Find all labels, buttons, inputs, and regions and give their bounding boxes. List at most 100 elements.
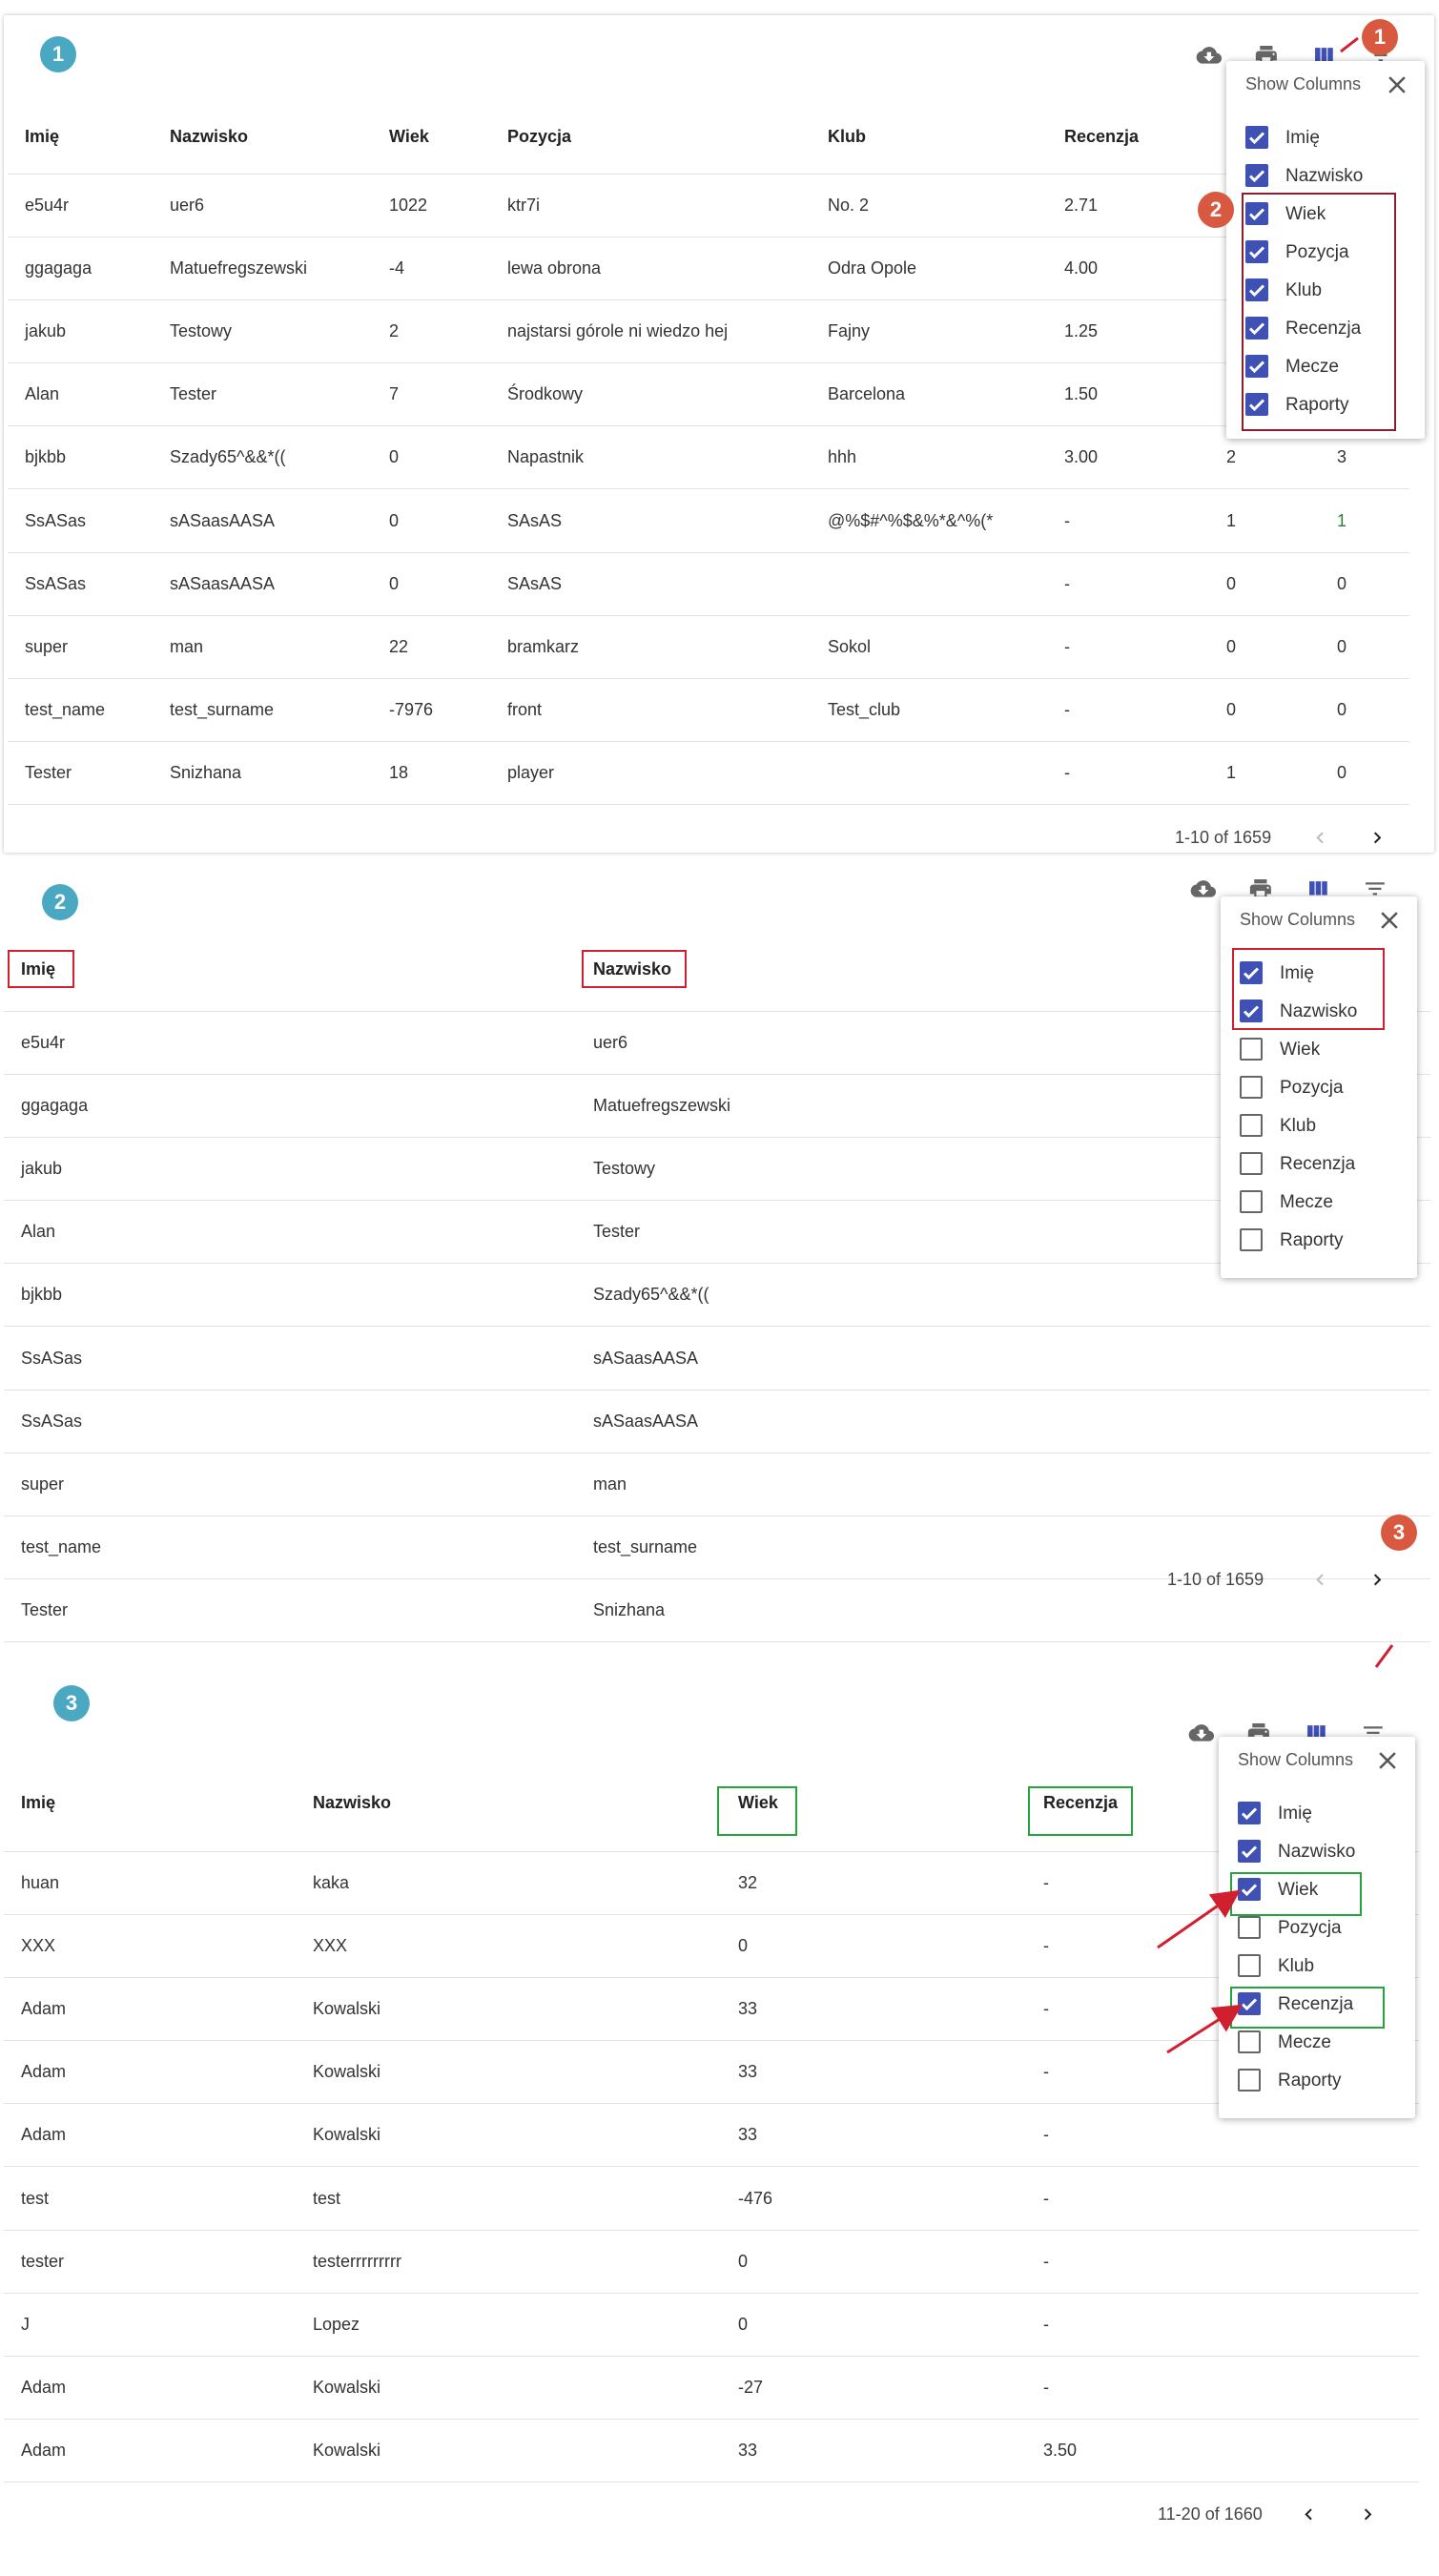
table-row[interactable]: test_name test_surname -7976 front Test_club… bbox=[8, 678, 1409, 743]
table-row[interactable]: Alan Tester 7 Środkowy Barcelona 1.50 bbox=[8, 362, 1409, 427]
table-row[interactable]: e5u4r uer6 bbox=[4, 1011, 1430, 1075]
table-row[interactable]: Adam Kowalski 33 3.50 bbox=[4, 2419, 1419, 2483]
close-icon[interactable] bbox=[1373, 1746, 1402, 1775]
table-row[interactable]: Adam Kowalski 33- bbox=[4, 2103, 1419, 2168]
table-row[interactable]: ggagaga Matuefregszewski bbox=[4, 1074, 1430, 1138]
column-toggle-raporty[interactable]: Raporty bbox=[1245, 385, 1436, 423]
checkbox-checked-icon[interactable] bbox=[1245, 278, 1268, 301]
table-row[interactable]: Adam Kowalski 33- bbox=[4, 2040, 1419, 2105]
checkbox-unchecked-icon[interactable] bbox=[1240, 1152, 1263, 1175]
table-cell: jakub bbox=[8, 299, 153, 364]
table-row[interactable]: J Lopez 0- bbox=[4, 2293, 1419, 2358]
table-row[interactable]: Adam Kowalski 33- bbox=[4, 1977, 1419, 2042]
table-row[interactable]: jakub Testowy 2 najstarsi górole ni wiedzo … bbox=[8, 299, 1409, 364]
column-header-klub[interactable]: Klub bbox=[811, 101, 1047, 175]
column-toggle-imi[interactable]: Imię bbox=[1245, 118, 1436, 156]
table-row[interactable]: tester testerrrrrrrrr 0- bbox=[4, 2230, 1419, 2294]
table-row[interactable]: Tester Snizhana 18 player -1 0 bbox=[8, 741, 1409, 806]
column-toggle-klub[interactable]: Klub bbox=[1240, 1106, 1430, 1144]
column-toggle-nazwisko[interactable]: Nazwisko bbox=[1245, 156, 1436, 195]
column-header-imie[interactable]: Imię bbox=[4, 929, 576, 1012]
column-toggle-mecze[interactable]: Mecze bbox=[1240, 1183, 1430, 1221]
column-header-imie[interactable]: Imię bbox=[8, 101, 153, 175]
column-toggle-pozycja[interactable]: Pozycja bbox=[1240, 1068, 1430, 1106]
checkbox-checked-icon[interactable] bbox=[1240, 961, 1263, 984]
column-toggle-imi[interactable]: Imię bbox=[1238, 1794, 1429, 1832]
checkbox-unchecked-icon[interactable] bbox=[1238, 1916, 1261, 1939]
column-header-wiek[interactable]: Wiek bbox=[372, 101, 490, 175]
column-toggle-nazwisko[interactable]: Nazwisko bbox=[1240, 992, 1430, 1030]
chevron-left-icon[interactable] bbox=[1289, 2495, 1327, 2533]
column-header-recenzja[interactable]: Recenzja bbox=[1047, 101, 1209, 175]
column-toggle-mecze[interactable]: Mecze bbox=[1238, 2023, 1429, 2061]
column-toggle-wiek[interactable]: Wiek bbox=[1238, 1870, 1429, 1908]
checkbox-checked-icon[interactable] bbox=[1245, 393, 1268, 416]
table-row[interactable]: SsASas sASaasAASA bbox=[4, 1326, 1430, 1391]
column-toggle-recenzja[interactable]: Recenzja bbox=[1240, 1144, 1430, 1183]
column-toggle-nazwisko[interactable]: Nazwisko bbox=[1238, 1832, 1429, 1870]
close-icon[interactable] bbox=[1375, 906, 1404, 935]
table-row[interactable]: Alan Tester bbox=[4, 1200, 1430, 1265]
close-icon[interactable] bbox=[1383, 71, 1411, 99]
table-row[interactable]: SsASas sASaasAASA 0 SAsAS -0 0 bbox=[8, 552, 1409, 616]
checkbox-checked-icon[interactable] bbox=[1238, 1878, 1261, 1901]
checkbox-checked-icon[interactable] bbox=[1240, 999, 1263, 1022]
table-row[interactable]: XXX XXX 0- bbox=[4, 1914, 1419, 1978]
cloud-download-icon[interactable] bbox=[1184, 870, 1223, 908]
column-toggle-wiek[interactable]: Wiek bbox=[1245, 195, 1436, 233]
column-toggle-label: Mecze bbox=[1280, 1192, 1333, 1212]
column-header-nazwisko[interactable]: Nazwisko bbox=[153, 101, 372, 175]
column-toggle-raporty[interactable]: Raporty bbox=[1238, 2061, 1429, 2099]
chevron-right-icon[interactable] bbox=[1358, 818, 1396, 856]
column-toggle-recenzja[interactable]: Recenzja bbox=[1238, 1985, 1429, 2023]
column-toggle-pozycja[interactable]: Pozycja bbox=[1238, 1908, 1429, 1947]
checkbox-checked-icon[interactable] bbox=[1245, 240, 1268, 263]
cloud-download-icon[interactable] bbox=[1190, 36, 1228, 74]
checkbox-checked-icon[interactable] bbox=[1245, 126, 1268, 149]
column-toggle-imi[interactable]: Imię bbox=[1240, 954, 1430, 992]
table-row[interactable]: Adam Kowalski -27- bbox=[4, 2356, 1419, 2421]
column-toggle-raporty[interactable]: Raporty bbox=[1240, 1221, 1430, 1259]
table-cell: SsASas bbox=[4, 1326, 576, 1391]
chevron-right-icon[interactable] bbox=[1358, 1560, 1396, 1598]
table-row[interactable]: super man bbox=[4, 1453, 1430, 1517]
column-toggle-recenzja[interactable]: Recenzja bbox=[1245, 309, 1436, 347]
chevron-right-icon[interactable] bbox=[1348, 2495, 1387, 2533]
checkbox-unchecked-icon[interactable] bbox=[1240, 1114, 1263, 1137]
column-toggle-klub[interactable]: Klub bbox=[1245, 271, 1436, 309]
checkbox-checked-icon[interactable] bbox=[1245, 164, 1268, 187]
table-row[interactable]: jakub Testowy bbox=[4, 1137, 1430, 1202]
chevron-left-icon[interactable] bbox=[1301, 818, 1339, 856]
column-header-wiek[interactable]: Wiek bbox=[721, 1756, 1026, 1852]
checkbox-checked-icon[interactable] bbox=[1245, 355, 1268, 378]
column-header-pozycja[interactable]: Pozycja bbox=[490, 101, 811, 175]
checkbox-checked-icon[interactable] bbox=[1245, 317, 1268, 340]
checkbox-checked-icon[interactable] bbox=[1238, 1802, 1261, 1824]
table-row[interactable]: huan kaka 32- bbox=[4, 1851, 1419, 1915]
checkbox-unchecked-icon[interactable] bbox=[1238, 2069, 1261, 2092]
checkbox-unchecked-icon[interactable] bbox=[1240, 1190, 1263, 1213]
table-row[interactable]: super man 22 bramkarz Sokol -0 0 bbox=[8, 615, 1409, 680]
table-row[interactable]: SsASas sASaasAASA 0 SAsAS @%$#^%$&%*&^%(* -1 1 bbox=[8, 488, 1409, 553]
checkbox-unchecked-icon[interactable] bbox=[1238, 2030, 1261, 2053]
checkbox-checked-icon[interactable] bbox=[1238, 1840, 1261, 1863]
column-toggle-pozycja[interactable]: Pozycja bbox=[1245, 233, 1436, 271]
checkbox-unchecked-icon[interactable] bbox=[1240, 1038, 1263, 1061]
column-toggle-mecze[interactable]: Mecze bbox=[1245, 347, 1436, 385]
checkbox-unchecked-icon[interactable] bbox=[1240, 1076, 1263, 1099]
table-row[interactable]: test test -476- bbox=[4, 2166, 1419, 2231]
checkbox-unchecked-icon[interactable] bbox=[1240, 1228, 1263, 1251]
column-header-imie[interactable]: Imię bbox=[4, 1756, 296, 1852]
chevron-left-icon[interactable] bbox=[1301, 1560, 1339, 1598]
table-row[interactable]: SsASas sASaasAASA bbox=[4, 1390, 1430, 1453]
checkbox-checked-icon[interactable] bbox=[1245, 202, 1268, 225]
table-row[interactable]: bjkbb Szady65^&&*((0 Napastnik hhh 3.00 2 3 bbox=[8, 425, 1409, 490]
table-row[interactable]: ggagaga Matuefregszewski -4 lewa obrona Odra… bbox=[8, 237, 1409, 300]
column-toggle-klub[interactable]: Klub bbox=[1238, 1947, 1429, 1985]
cloud-download-icon[interactable] bbox=[1182, 1714, 1221, 1752]
checkbox-unchecked-icon[interactable] bbox=[1238, 1954, 1261, 1977]
column-toggle-wiek[interactable]: Wiek bbox=[1240, 1030, 1430, 1068]
table-row[interactable]: bjkbb Szady65^&&*(( bbox=[4, 1263, 1430, 1328]
column-header-nazwisko[interactable]: Nazwisko bbox=[296, 1756, 721, 1852]
checkbox-checked-icon[interactable] bbox=[1238, 1992, 1261, 2015]
